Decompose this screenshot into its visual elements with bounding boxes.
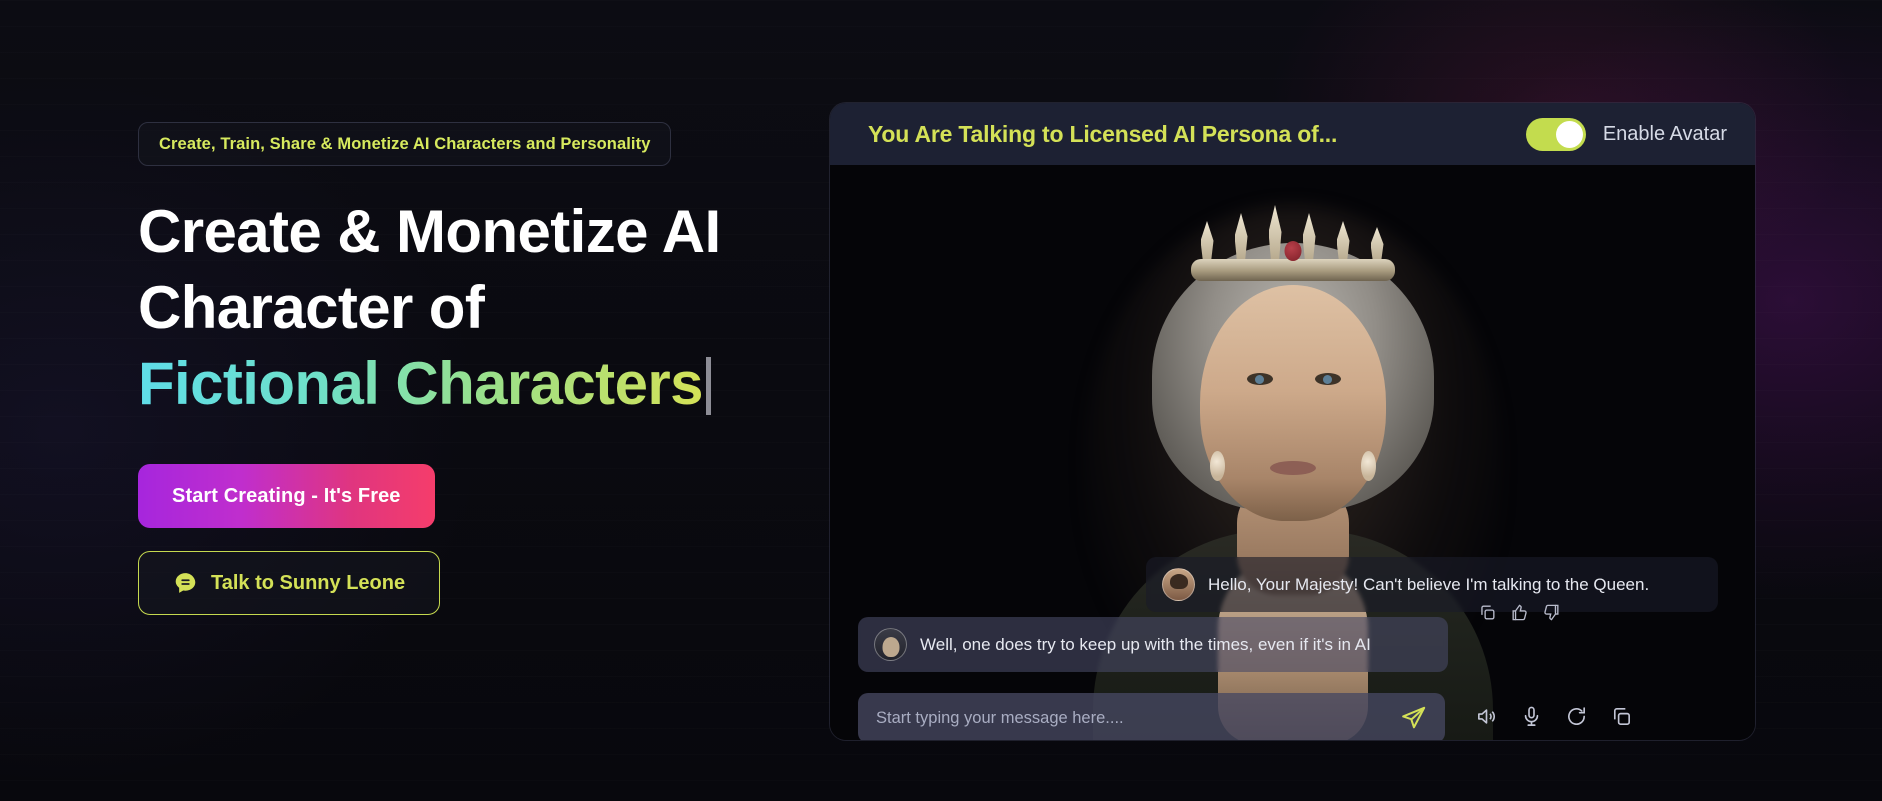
avatar-mouth (1269, 461, 1316, 475)
thumbs-up-icon[interactable] (1510, 603, 1529, 622)
chat-panel-title: You Are Talking to Licensed AI Persona o… (868, 120, 1338, 147)
typing-caret (705, 357, 711, 415)
hero-badge: Create, Train, Share & Monetize AI Chara… (138, 122, 672, 166)
chat-message-text: Hello, Your Majesty! Can't believe I'm t… (1208, 574, 1650, 594)
thumbs-down-icon[interactable] (1542, 603, 1561, 622)
chat-message-assistant: Well, one does try to keep up with the t… (858, 617, 1448, 672)
crown-icon (1190, 205, 1395, 281)
page-title: Create & Monetize AI Character of Fictio… (138, 194, 778, 422)
avatar-eye-left (1246, 373, 1273, 385)
avatar-face (1199, 285, 1386, 521)
hero-badge-label: Create, Train, Share & Monetize AI Chara… (159, 134, 651, 153)
speaker-icon[interactable] (1475, 705, 1498, 728)
headline-line-3-typed: Fictional Characters (138, 350, 703, 417)
composer-tool-bar (1475, 705, 1633, 728)
chat-panel: You Are Talking to Licensed AI Persona o… (830, 103, 1755, 740)
copy-icon[interactable] (1478, 603, 1497, 622)
message-input[interactable] (876, 708, 1390, 728)
toggle-knob (1555, 120, 1583, 148)
send-icon[interactable] (1400, 705, 1427, 732)
avatar (874, 628, 907, 661)
avatar-stage: Hello, Your Majesty! Can't believe I'm t… (830, 165, 1755, 740)
microphone-icon[interactable] (1520, 705, 1543, 728)
message-action-bar (1478, 603, 1561, 622)
headline-line-1: Create & Monetize AI (138, 198, 721, 265)
chat-panel-header: You Are Talking to Licensed AI Persona o… (830, 103, 1755, 165)
hero-left-column: Create, Train, Share & Monetize AI Chara… (138, 122, 778, 615)
talk-to-persona-button[interactable]: Talk to Sunny Leone (138, 551, 441, 615)
start-creating-button[interactable]: Start Creating - It's Free (138, 464, 435, 528)
avatar-earring-left (1209, 451, 1225, 481)
enable-avatar-control[interactable]: Enable Avatar (1525, 117, 1727, 151)
headline-line-2: Character of (138, 274, 485, 341)
chat-message-text: Well, one does try to keep up with the t… (920, 634, 1371, 654)
talk-to-persona-label: Talk to Sunny Leone (211, 571, 406, 594)
message-composer[interactable] (858, 693, 1445, 740)
refresh-icon[interactable] (1565, 705, 1588, 728)
enable-avatar-label: Enable Avatar (1602, 122, 1727, 145)
avatar-earring-right (1360, 451, 1376, 481)
enable-avatar-toggle[interactable] (1525, 117, 1586, 151)
chat-message-user: Hello, Your Majesty! Can't believe I'm t… (1146, 557, 1718, 612)
copy-icon[interactable] (1610, 705, 1633, 728)
chat-bubble-icon (173, 571, 198, 596)
start-creating-label: Start Creating - It's Free (172, 484, 401, 507)
avatar (1162, 568, 1195, 601)
avatar-eye-right (1314, 373, 1341, 385)
hero-page: Create, Train, Share & Monetize AI Chara… (0, 0, 1882, 801)
